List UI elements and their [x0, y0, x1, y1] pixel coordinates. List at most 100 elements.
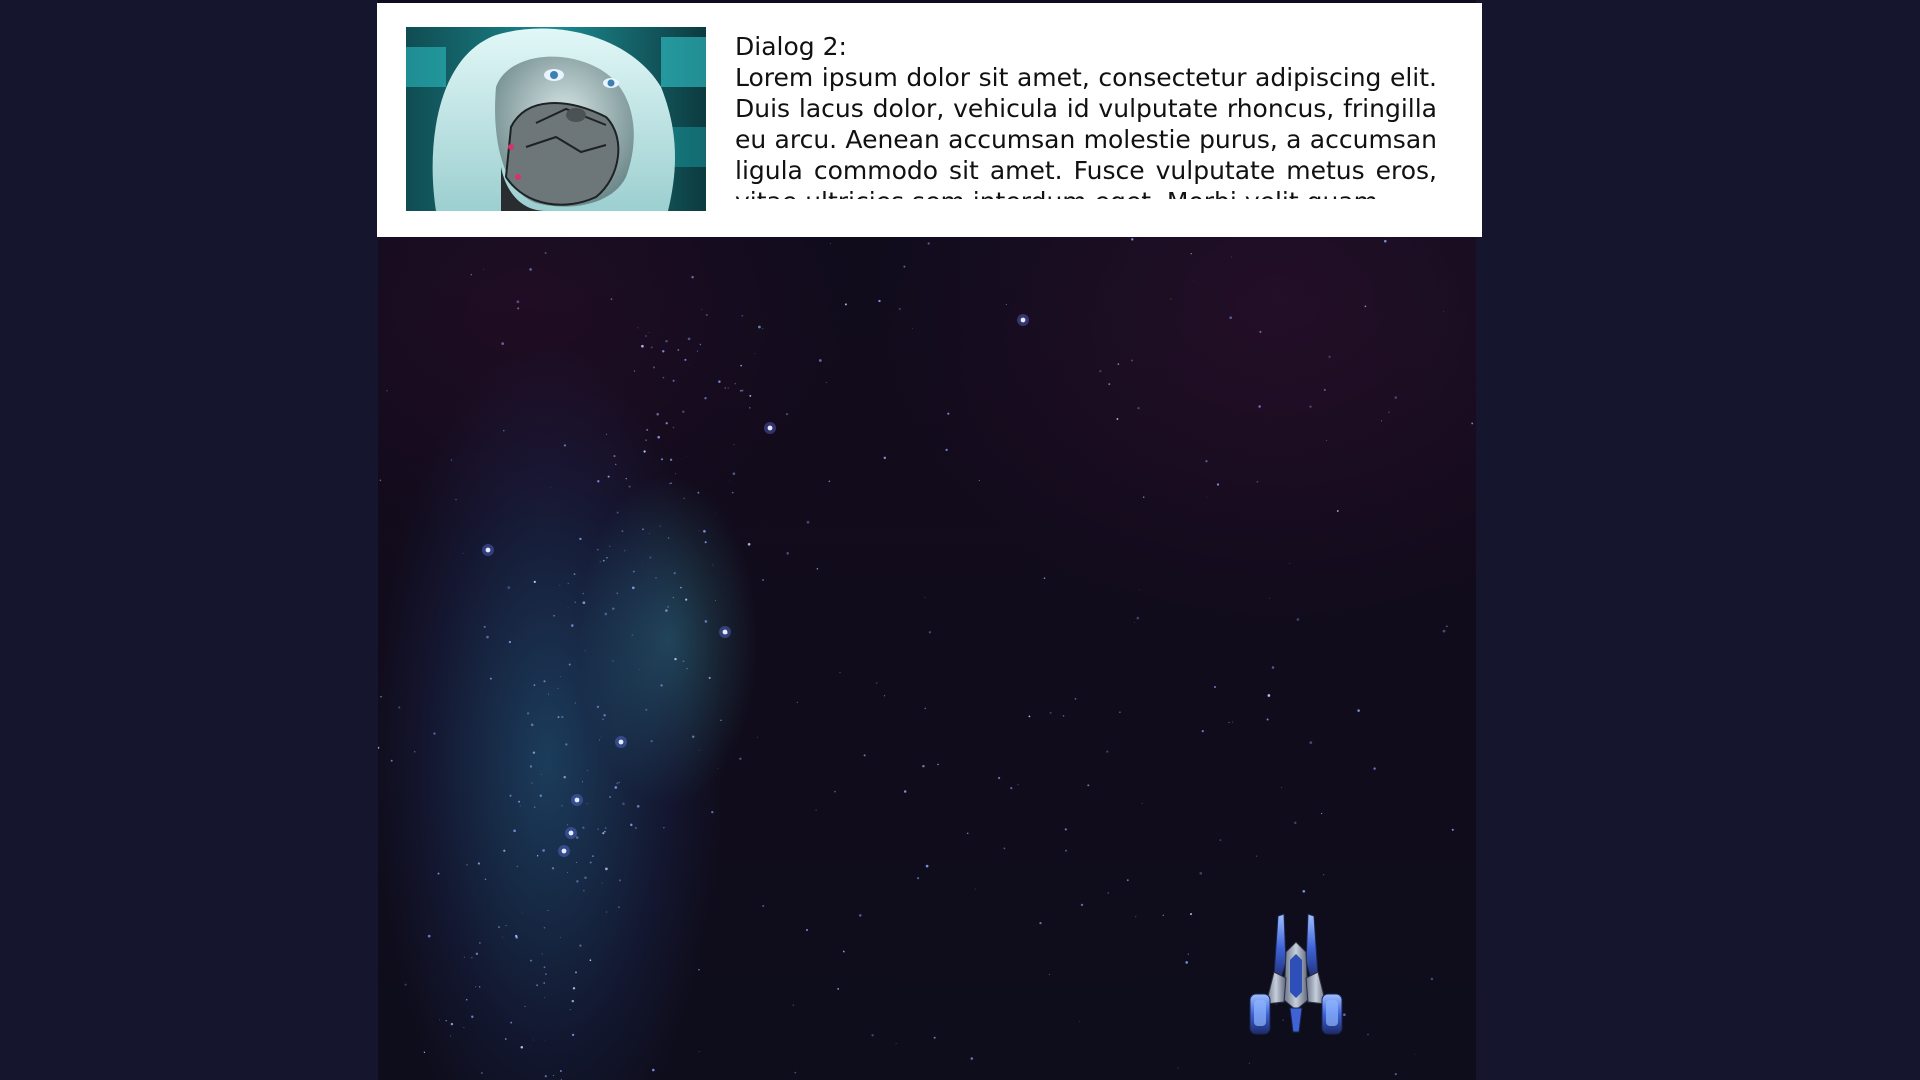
- star: [573, 573, 576, 575]
- star: [513, 829, 516, 833]
- star: [568, 663, 571, 666]
- star: [423, 1051, 426, 1053]
- star: [378, 746, 380, 749]
- star: [631, 586, 635, 590]
- star: [630, 823, 633, 827]
- star: [1367, 1033, 1369, 1036]
- star: [720, 719, 722, 722]
- star: [427, 934, 431, 938]
- star: [1219, 839, 1222, 841]
- star: [571, 999, 575, 1003]
- star: [543, 982, 546, 984]
- star: [567, 582, 569, 584]
- star: [543, 966, 546, 969]
- star: [542, 849, 545, 852]
- star: [516, 865, 518, 868]
- star: [1328, 355, 1331, 358]
- star: [589, 959, 592, 962]
- star: [648, 533, 650, 535]
- star: [603, 714, 606, 717]
- star: [883, 695, 886, 697]
- star: [729, 480, 730, 482]
- star: [672, 426, 675, 429]
- star: [712, 564, 714, 566]
- dialog-box[interactable]: Dialog 2: Lorem ipsum dolor sit amet, co…: [377, 3, 1482, 237]
- star: [1281, 787, 1283, 789]
- star: [925, 864, 929, 868]
- star: [758, 325, 761, 329]
- star: [1108, 383, 1111, 386]
- star: [794, 1071, 797, 1074]
- star: [697, 491, 700, 494]
- star: [530, 723, 534, 727]
- star: [1271, 666, 1275, 669]
- star: [582, 592, 585, 595]
- bright-star: [561, 848, 567, 854]
- star: [508, 640, 512, 644]
- star: [684, 358, 687, 361]
- star: [579, 537, 582, 541]
- star: [805, 928, 809, 932]
- star: [628, 485, 631, 488]
- star: [571, 624, 574, 627]
- star: [1296, 618, 1300, 621]
- star: [699, 343, 702, 346]
- star: [670, 482, 672, 484]
- star: [574, 971, 578, 974]
- star: [463, 956, 465, 958]
- star: [704, 397, 707, 400]
- star: [1043, 577, 1046, 580]
- star: [1005, 303, 1007, 305]
- star: [674, 657, 677, 661]
- star: [786, 551, 790, 555]
- star: [503, 430, 505, 432]
- star: [575, 836, 579, 839]
- star: [1062, 715, 1065, 717]
- star: [1074, 698, 1077, 700]
- star: [1049, 711, 1052, 714]
- star: [687, 337, 691, 341]
- star: [575, 861, 577, 863]
- star: [642, 528, 644, 531]
- star: [657, 435, 661, 439]
- star: [683, 497, 685, 499]
- star: [691, 275, 694, 279]
- star: [1064, 828, 1067, 831]
- star: [876, 682, 878, 684]
- star: [479, 942, 481, 944]
- star: [569, 1009, 571, 1011]
- star: [471, 1015, 474, 1018]
- star: [466, 863, 468, 866]
- star: [486, 635, 489, 639]
- star: [1414, 1053, 1416, 1055]
- bright-star: [568, 830, 574, 836]
- star: [754, 353, 756, 354]
- star: [502, 936, 504, 938]
- star: [1326, 440, 1328, 442]
- star: [579, 944, 582, 947]
- star: [1205, 460, 1208, 463]
- star: [621, 530, 624, 533]
- star: [818, 359, 822, 362]
- star: [792, 1004, 794, 1006]
- star: [597, 828, 599, 830]
- player-spaceship-icon: [1249, 913, 1343, 1035]
- star: [762, 578, 765, 582]
- star: [1017, 784, 1019, 786]
- star: [698, 968, 700, 971]
- star: [547, 909, 549, 912]
- star: [645, 335, 647, 337]
- star: [536, 855, 539, 857]
- star: [540, 774, 542, 775]
- star: [1028, 715, 1031, 718]
- star: [1442, 629, 1446, 633]
- star: [1106, 750, 1109, 753]
- star: [509, 794, 512, 797]
- star: [470, 274, 472, 276]
- star: [741, 314, 744, 317]
- star: [604, 612, 608, 616]
- star: [701, 309, 703, 310]
- star: [607, 475, 610, 478]
- star: [1079, 1020, 1080, 1022]
- star: [553, 615, 555, 617]
